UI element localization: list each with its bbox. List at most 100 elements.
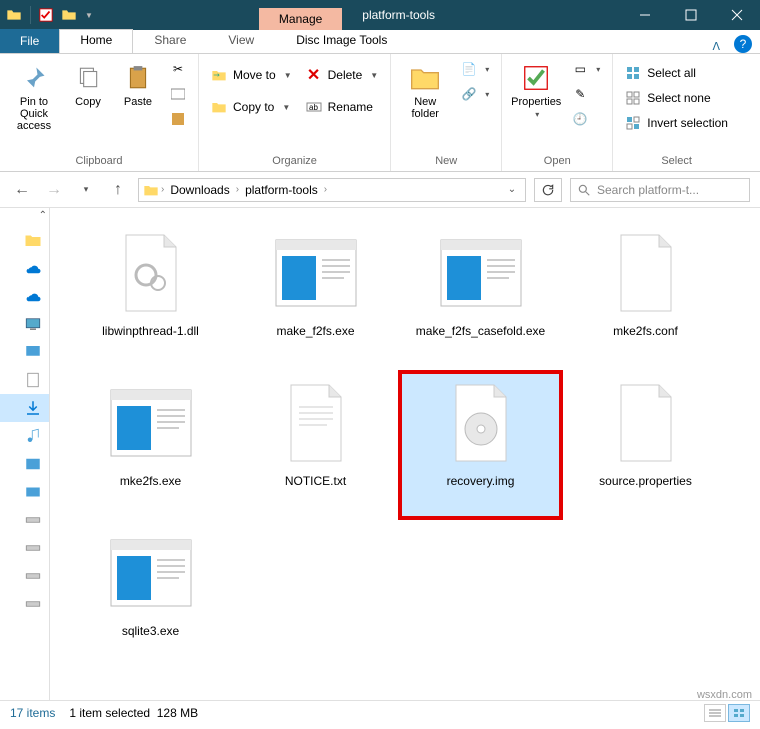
search-box[interactable]: Search platform-t... — [570, 178, 750, 202]
copy-path-button[interactable] — [166, 83, 190, 105]
svg-text:ab: ab — [309, 103, 318, 112]
file-item[interactable]: make_f2fs.exe — [233, 220, 398, 370]
videos-icon — [24, 483, 42, 501]
properties-icon — [520, 62, 552, 94]
sidebar-item[interactable] — [0, 282, 49, 310]
history-button[interactable]: 🕘 — [568, 108, 604, 130]
edit-button[interactable]: ✎ — [568, 83, 604, 105]
select-none-icon — [625, 90, 641, 106]
share-tab[interactable]: Share — [133, 29, 207, 53]
sidebar-item[interactable] — [0, 450, 49, 478]
open-button[interactable]: ▭▾ — [568, 58, 604, 80]
cut-button[interactable]: ✂ — [166, 58, 190, 80]
select-none-button[interactable]: Select none — [621, 87, 732, 109]
navigation-pane[interactable]: ⌃ — [0, 208, 50, 700]
details-view-button[interactable] — [704, 704, 726, 722]
file-item[interactable]: recovery.img — [398, 370, 563, 520]
minimize-button[interactable] — [622, 0, 668, 30]
delete-button[interactable]: ✕Delete▼ — [302, 64, 383, 86]
sidebar-item[interactable] — [0, 534, 49, 562]
large-icons-view-button[interactable] — [728, 704, 750, 722]
sidebar-item[interactable] — [0, 338, 49, 366]
breadcrumb-platform-tools[interactable]: platform-tools — [241, 183, 322, 197]
maximize-button[interactable] — [668, 0, 714, 30]
file-list[interactable]: libwinpthread-1.dllmake_f2fs.exe make_f2f… — [50, 208, 760, 700]
drive-icon — [24, 595, 42, 613]
search-icon — [577, 183, 591, 197]
file-item[interactable]: mke2fs.conf — [563, 220, 728, 370]
folder-icon — [6, 7, 22, 23]
copy-to-button[interactable]: Copy to▼ — [207, 96, 296, 118]
title-bar: ▼ Manage platform-tools — [0, 0, 760, 30]
sidebar-item[interactable] — [0, 366, 49, 394]
file-item[interactable]: mke2fs.exe — [68, 370, 233, 520]
invert-selection-button[interactable]: Invert selection — [621, 112, 732, 134]
back-button[interactable]: ← — [10, 178, 34, 202]
file-item[interactable]: sqlite3.exe — [68, 520, 233, 670]
address-history-dropdown[interactable]: ⌄ — [503, 184, 521, 195]
ribbon-tabs: File Home Share View Disc Image Tools ᐱ … — [0, 30, 760, 54]
paste-button[interactable]: Paste — [116, 58, 160, 112]
chevron-right-icon[interactable]: › — [324, 184, 327, 195]
group-label-select: Select — [621, 153, 732, 171]
file-item[interactable]: NOTICE.txt — [233, 370, 398, 520]
sidebar-item[interactable] — [0, 590, 49, 618]
qat-dropdown-icon[interactable]: ▼ — [85, 11, 93, 20]
properties-button[interactable]: Properties▾ — [510, 58, 562, 123]
window-title: platform-tools — [342, 8, 622, 22]
up-button[interactable]: ↑ — [106, 178, 130, 202]
file-name: mke2fs.conf — [613, 324, 678, 338]
copy-label: Copy — [75, 96, 101, 108]
sidebar-item[interactable] — [0, 422, 49, 450]
paste-shortcut-button[interactable] — [166, 108, 190, 130]
file-tab[interactable]: File — [0, 29, 59, 53]
new-item-button[interactable]: 📄▾ — [457, 58, 493, 80]
contextual-tab-manage[interactable]: Manage — [259, 8, 342, 30]
home-tab[interactable]: Home — [59, 29, 133, 53]
sidebar-item[interactable] — [0, 226, 49, 254]
group-clipboard: Pin to Quick access Copy Paste ✂ Clipboa… — [0, 54, 199, 171]
edit-icon: ✎ — [572, 86, 588, 102]
chevron-right-icon[interactable]: › — [161, 184, 164, 195]
pin-to-quick-access-button[interactable]: Pin to Quick access — [8, 58, 60, 136]
refresh-button[interactable] — [534, 178, 562, 202]
copy-icon — [72, 62, 104, 94]
collapse-ribbon-icon[interactable]: ᐱ — [706, 40, 726, 53]
file-item[interactable]: make_f2fs_casefold.exe — [398, 220, 563, 370]
recent-locations-button[interactable]: ▾ — [74, 178, 98, 202]
view-tab[interactable]: View — [207, 29, 275, 53]
onedrive-icon — [24, 259, 42, 277]
chevron-right-icon[interactable]: › — [236, 184, 239, 195]
help-icon[interactable]: ? — [734, 35, 752, 53]
address-bar[interactable]: › Downloads › platform-tools › ⌄ — [138, 178, 526, 202]
new-folder-qat-icon[interactable] — [61, 7, 77, 23]
select-all-button[interactable]: Select all — [621, 62, 732, 84]
sidebar-item[interactable] — [0, 562, 49, 590]
file-name: sqlite3.exe — [122, 624, 179, 638]
properties-qat-icon[interactable] — [39, 8, 53, 22]
sidebar-item[interactable] — [0, 506, 49, 534]
file-item[interactable]: source.properties — [563, 370, 728, 520]
file-name: make_f2fs_casefold.exe — [416, 324, 545, 338]
move-to-button[interactable]: Move to▼ — [207, 64, 296, 86]
close-button[interactable] — [714, 0, 760, 30]
breadcrumb-downloads[interactable]: Downloads — [166, 183, 233, 197]
disc-image-tools-tab[interactable]: Disc Image Tools — [275, 29, 408, 53]
rename-button[interactable]: abRename — [302, 96, 383, 118]
status-item-count: 17 items — [10, 706, 55, 720]
onedrive-icon — [24, 287, 42, 305]
status-bar: 17 items 1 item selected 128 MB — [0, 700, 760, 724]
sidebar-item[interactable] — [0, 254, 49, 282]
file-name: NOTICE.txt — [285, 474, 346, 488]
forward-button[interactable]: → — [42, 178, 66, 202]
sidebar-item[interactable] — [0, 478, 49, 506]
copy-button[interactable]: Copy — [66, 58, 110, 112]
easy-access-button[interactable]: 🔗▾ — [457, 83, 493, 105]
new-folder-button[interactable]: New folder — [399, 58, 451, 124]
scroll-up-icon[interactable]: ⌃ — [39, 210, 47, 221]
drive-icon — [24, 511, 42, 529]
sidebar-item[interactable] — [0, 310, 49, 338]
file-item[interactable]: libwinpthread-1.dll — [68, 220, 233, 370]
sidebar-item-downloads[interactable] — [0, 394, 49, 422]
this-pc-icon — [24, 315, 42, 333]
